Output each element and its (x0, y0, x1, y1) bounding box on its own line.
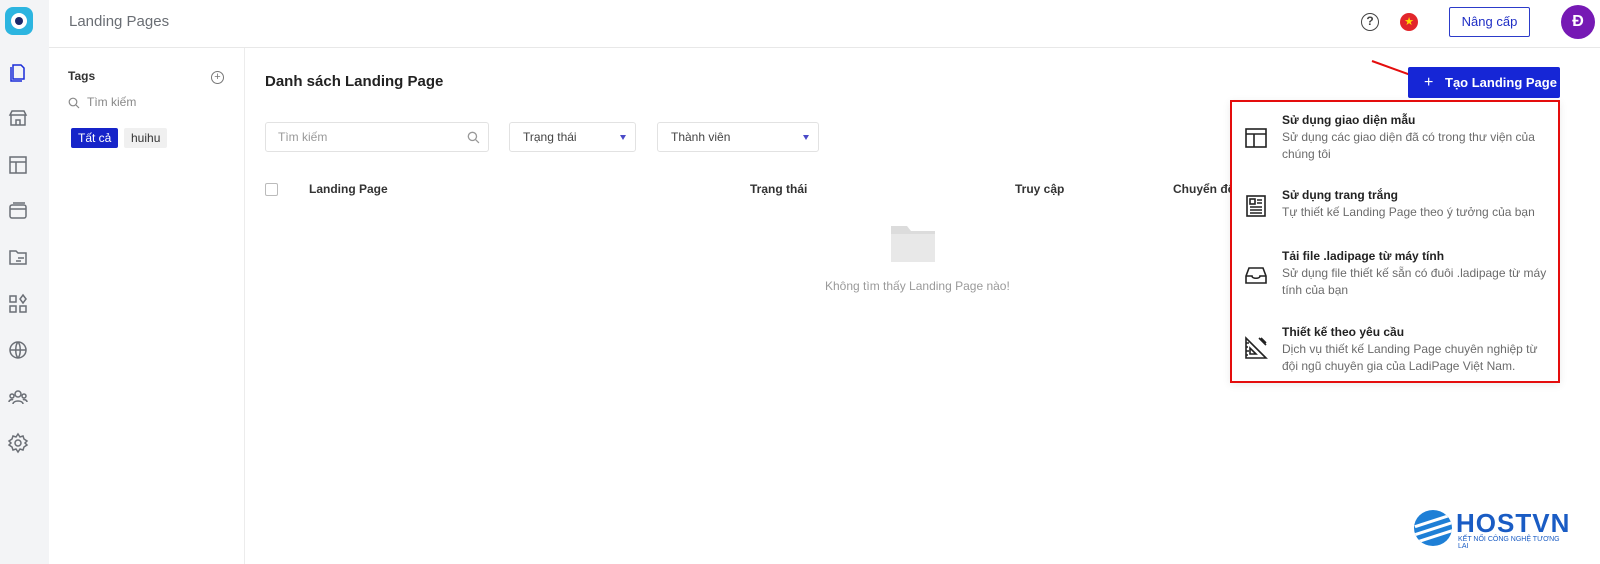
page-title: Danh sách Landing Page (265, 73, 444, 90)
vietnam-flag-icon[interactable]: ★ (1400, 13, 1418, 31)
menu-item-desc: Dịch vụ thiết kế Landing Page chuyên ngh… (1282, 342, 1538, 373)
search-icon (467, 131, 480, 144)
apps-icon[interactable] (7, 293, 29, 315)
top-bar: Landing Pages ? ★ Nâng cấp Đ (49, 0, 1600, 48)
menu-item-title: Sử dụng giao diện mẫu (1282, 113, 1416, 127)
team-icon[interactable] (7, 386, 29, 408)
select-all-checkbox[interactable] (265, 183, 278, 196)
plus-icon: + (1424, 74, 1434, 91)
menu-item-blank-page[interactable]: Sử dụng trang trắng Tự thiết kế Landing … (1232, 182, 1558, 242)
tag-chip-all[interactable]: Tất cả (71, 128, 119, 148)
design-ruler-icon (1243, 335, 1269, 361)
tag-chip-huihu[interactable]: huihu (124, 128, 168, 148)
inbox-upload-icon (1243, 262, 1269, 288)
menu-item-use-template[interactable]: Sử dụng giao diện mẫu Sử dụng các giao d… (1232, 102, 1558, 182)
empty-folder-icon (891, 226, 935, 262)
column-header-conversions[interactable]: Chuyển đổ (1173, 182, 1235, 196)
sidebar-rail (0, 0, 49, 564)
globe-icon[interactable] (7, 339, 29, 361)
chevron-down-icon (620, 135, 626, 140)
hostvn-logo-icon (1414, 510, 1452, 546)
store-icon[interactable] (7, 107, 29, 129)
member-filter-select[interactable]: Thành viên (657, 122, 819, 152)
app-title: Landing Pages (69, 13, 170, 30)
menu-item-upload-file[interactable]: Tải file .ladipage từ máy tính Sử dụng f… (1232, 242, 1558, 318)
column-header-visits[interactable]: Truy cập (1015, 182, 1064, 196)
tag-search-input[interactable]: Tìm kiếm (87, 95, 136, 109)
hostvn-watermark: HOSTVN KẾT NỐI CÔNG NGHỆ TƯƠNG LAI (1414, 508, 1569, 550)
settings-icon[interactable] (7, 432, 29, 454)
menu-item-title: Thiết kế theo yêu cầu (1282, 325, 1405, 339)
empty-state-message: Không tìm thấy Landing Page nào! (825, 279, 1010, 293)
menu-item-desc: Tự thiết kế Landing Page theo ý tưởng củ… (1282, 205, 1535, 219)
column-header-status[interactable]: Trạng thái (750, 182, 807, 196)
avatar[interactable]: Đ (1561, 5, 1595, 39)
create-landing-page-button[interactable]: + Tạo Landing Page (1408, 67, 1560, 98)
search-input[interactable]: Tìm kiếm (265, 122, 489, 152)
create-options-menu: Sử dụng giao diện mẫu Sử dụng các giao d… (1230, 100, 1560, 383)
blank-page-icon (1243, 193, 1269, 219)
menu-item-custom-design[interactable]: Thiết kế theo yêu cầu Dịch vụ thiết kế L… (1232, 318, 1558, 382)
app-logo[interactable] (5, 7, 33, 35)
status-filter-value: Trạng thái (523, 130, 577, 144)
chevron-down-icon (803, 135, 809, 140)
create-button-label: Tạo Landing Page (1445, 75, 1557, 90)
add-tag-icon[interactable]: + (211, 71, 224, 84)
menu-item-title: Tải file .ladipage từ máy tính (1282, 249, 1445, 263)
watermark-tagline: KẾT NỐI CÔNG NGHỆ TƯƠNG LAI (1458, 536, 1560, 550)
help-icon[interactable]: ? (1361, 13, 1379, 31)
status-filter-select[interactable]: Trạng thái (509, 122, 636, 152)
tags-panel: Tags + Tìm kiếm Tất cả huihu (49, 48, 245, 564)
watermark-name: HOSTVN (1456, 508, 1571, 538)
layout-icon[interactable] (7, 154, 29, 176)
column-header-landing-page[interactable]: Landing Page (309, 182, 388, 196)
tags-title: Tags (68, 69, 96, 83)
upgrade-button[interactable]: Nâng cấp (1449, 7, 1530, 37)
pages-icon[interactable] (7, 61, 29, 83)
search-placeholder: Tìm kiếm (278, 130, 328, 144)
folder-sync-icon[interactable] (7, 246, 29, 268)
menu-item-title: Sử dụng trang trắng (1282, 188, 1399, 202)
layout-template-icon (1243, 125, 1269, 151)
browser-icon[interactable] (7, 200, 29, 222)
search-icon (68, 97, 80, 109)
menu-item-desc: Sử dụng các giao diện đã có trong thư vi… (1282, 130, 1535, 161)
menu-item-desc: Sử dụng file thiết kế sẵn có đuôi .ladip… (1282, 266, 1547, 297)
member-filter-value: Thành viên (671, 130, 731, 144)
